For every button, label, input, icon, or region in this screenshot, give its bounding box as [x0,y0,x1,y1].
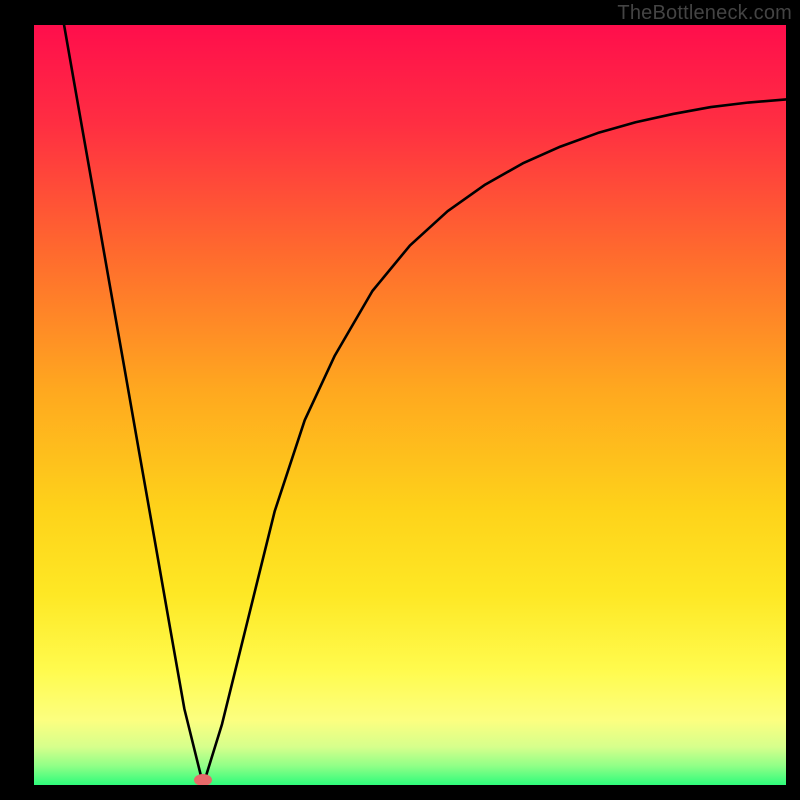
background-gradient [34,25,786,785]
optimum-marker [194,774,212,785]
chart-container: TheBottleneck.com [0,0,800,800]
plot-area [34,25,786,785]
watermark-label: TheBottleneck.com [617,2,792,25]
